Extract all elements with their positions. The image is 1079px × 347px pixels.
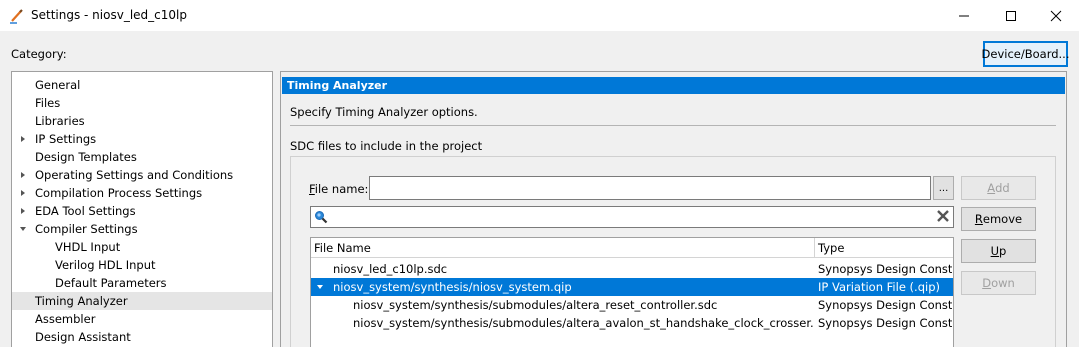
- tree-item[interactable]: Files: [12, 94, 272, 112]
- tree-item[interactable]: Assembler: [12, 310, 272, 328]
- minimize-icon: [959, 15, 969, 16]
- tree-item-label: Compiler Settings: [35, 222, 138, 236]
- table-row[interactable]: niosv_led_c10lp.sdc Synopsys Design Const…: [311, 260, 953, 278]
- tree-item-label: Files: [35, 96, 61, 110]
- sdc-section-label: SDC files to include in the project: [290, 139, 483, 153]
- tree-item-label: Design Assistant: [35, 330, 131, 344]
- tree-item-label: General: [35, 78, 81, 92]
- tree-item-label: VHDL Input: [55, 240, 121, 254]
- close-button[interactable]: [1033, 0, 1079, 31]
- tree-item-label: IP Settings: [35, 132, 97, 146]
- divider: [290, 125, 1056, 126]
- tree-item[interactable]: VHDL Input: [12, 238, 272, 256]
- expand-arrow-right-icon[interactable]: [18, 184, 28, 202]
- tree-item[interactable]: Design Assistant: [12, 328, 272, 346]
- tree-item-label: Default Parameters: [55, 276, 167, 290]
- expand-arrow-right-icon[interactable]: [18, 130, 28, 148]
- expand-arrow-right-icon[interactable]: [18, 202, 28, 220]
- tree-item[interactable]: IP Settings: [12, 130, 272, 148]
- file-type-cell: Synopsys Design Constr...: [818, 298, 952, 312]
- tree-item[interactable]: Design Templates: [12, 148, 272, 166]
- search-icon: [315, 211, 328, 224]
- tree-item[interactable]: EDA Tool Settings: [12, 202, 272, 220]
- title-bar: Settings - niosv_led_c10lp: [0, 0, 1079, 31]
- sdc-file-table[interactable]: File Name Type niosv_led_c10lp.sdc Synops…: [310, 237, 954, 347]
- tree-item[interactable]: General: [12, 76, 272, 94]
- tree-item-label: Timing Analyzer: [35, 294, 128, 308]
- table-row[interactable]: niosv_system/synthesis/submodules/altera…: [311, 296, 953, 314]
- file-type-cell: Synopsys Design Constr...: [818, 262, 952, 276]
- filter-input[interactable]: [310, 206, 954, 228]
- tree-item-label: Assembler: [35, 312, 96, 326]
- table-row[interactable]: niosv_system/synthesis/niosv_system.qip I…: [311, 278, 953, 296]
- tree-item-label: Verilog HDL Input: [55, 258, 156, 272]
- remove-button[interactable]: Remove: [961, 207, 1036, 231]
- tree-item[interactable]: Timing Analyzer: [12, 292, 272, 310]
- file-name-cell: niosv_system/synthesis/niosv_system.qip: [333, 280, 572, 294]
- tree-item-label: Operating Settings and Conditions: [35, 168, 234, 182]
- tree-item[interactable]: Libraries: [12, 112, 272, 130]
- tree-item[interactable]: Compiler Settings: [12, 220, 272, 238]
- collapse-arrow-icon[interactable]: [317, 285, 323, 289]
- category-tree[interactable]: General Files Libraries IP Settings Design T…: [11, 71, 273, 347]
- clear-icon[interactable]: [936, 209, 950, 223]
- file-type-cell: Synopsys Design Constr...: [818, 316, 952, 330]
- minimize-button[interactable]: [941, 0, 987, 31]
- file-name-cell: niosv_led_c10lp.sdc: [333, 262, 448, 276]
- panel-header: Timing Analyzer: [282, 77, 1065, 94]
- file-name-cell: niosv_system/synthesis/submodules/altera…: [353, 316, 813, 330]
- tree-item-label: Compilation Process Settings: [35, 186, 203, 200]
- file-name-cell: niosv_system/synthesis/submodules/altera…: [353, 298, 718, 312]
- panel-description: Specify Timing Analyzer options.: [290, 105, 478, 119]
- maximize-icon: [1006, 10, 1016, 21]
- tree-item[interactable]: Verilog HDL Input: [12, 256, 272, 274]
- tree-item[interactable]: Operating Settings and Conditions: [12, 166, 272, 184]
- tree-item[interactable]: Default Parameters: [12, 274, 272, 292]
- up-button[interactable]: Up: [961, 239, 1036, 263]
- maximize-button[interactable]: [988, 0, 1034, 31]
- pencil-icon: [10, 9, 23, 24]
- table-row[interactable]: niosv_system/synthesis/submodules/altera…: [311, 314, 953, 332]
- file-name-input[interactable]: [369, 176, 931, 200]
- window-title: Settings - niosv_led_c10lp: [31, 8, 187, 22]
- expand-arrow-down-icon[interactable]: [18, 220, 28, 238]
- tree-item[interactable]: Compilation Process Settings: [12, 184, 272, 202]
- tree-item-label: Design Templates: [35, 150, 137, 164]
- expand-arrow-right-icon[interactable]: [18, 166, 28, 184]
- tree-item-label: Libraries: [35, 114, 85, 128]
- down-button[interactable]: Down: [961, 271, 1036, 295]
- column-header-type[interactable]: Type: [815, 238, 953, 258]
- add-button[interactable]: Add: [961, 176, 1036, 200]
- file-type-cell: IP Variation File (.qip): [818, 280, 940, 294]
- column-header-file-name[interactable]: File Name: [311, 238, 815, 258]
- category-label: Category:: [11, 47, 67, 61]
- tree-item-label: EDA Tool Settings: [35, 204, 136, 218]
- file-name-label: File name:: [309, 182, 369, 196]
- device-board-button[interactable]: Device/Board...: [982, 41, 1069, 67]
- close-icon: [1050, 10, 1062, 21]
- browse-button[interactable]: ...: [933, 176, 954, 200]
